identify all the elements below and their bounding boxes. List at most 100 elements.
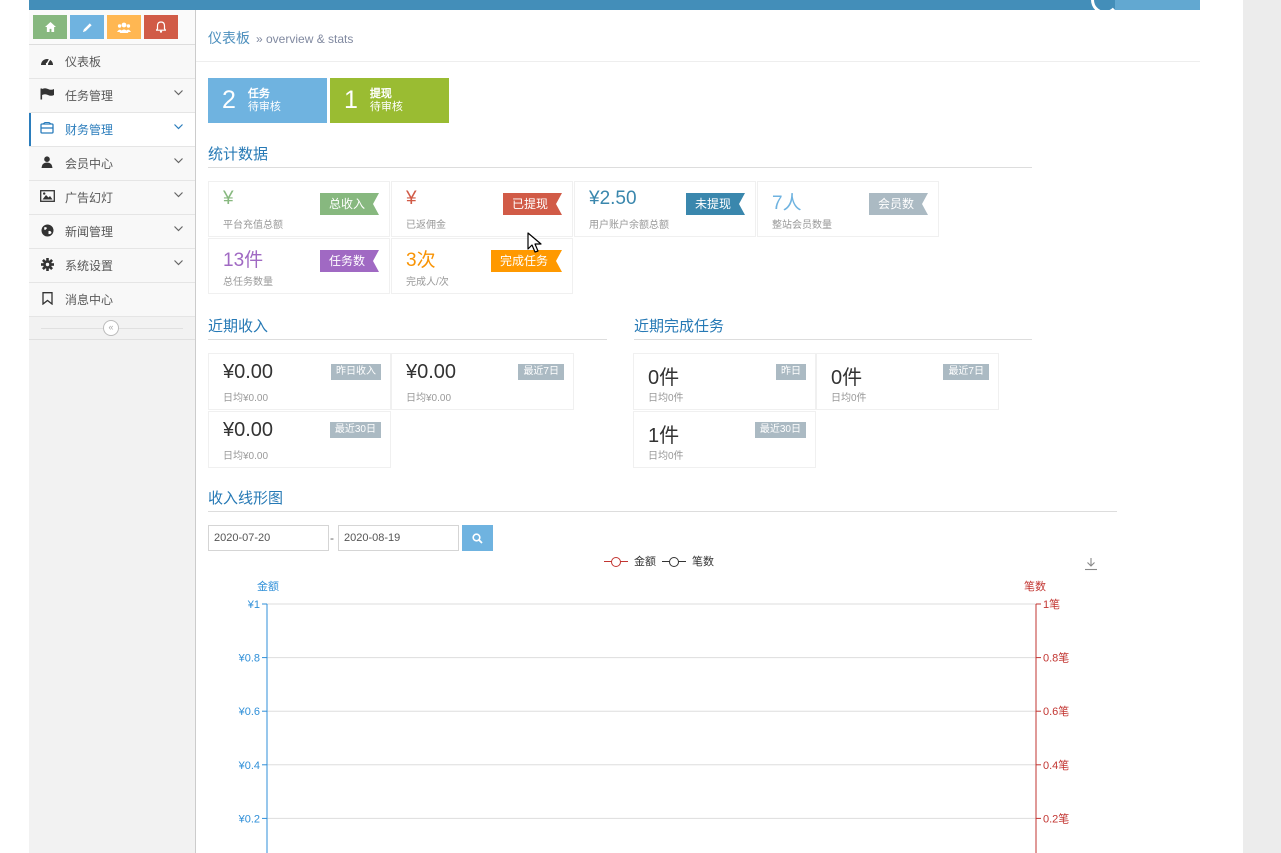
dashboard-icon: [40, 54, 54, 69]
download-icon[interactable]: [1084, 557, 1098, 571]
stat-description: 平台充值总额: [223, 220, 283, 231]
income-chart-title: 收入线形图: [208, 490, 284, 507]
search-icon: [472, 532, 483, 544]
picture-icon: [40, 190, 55, 205]
stat-description: 完成人/次: [406, 277, 449, 288]
end-date-input[interactable]: [338, 525, 459, 551]
tasks-value: 0件: [831, 367, 863, 389]
stat-completed-tasks: 3次 完成人/次 完成任务: [391, 238, 573, 294]
page-scroll-gutter: [1243, 0, 1281, 853]
infobox-label: 提现 待审核: [370, 88, 403, 114]
pencil-icon: [82, 22, 92, 32]
sidebar-item-tasks[interactable]: 任务管理: [29, 79, 195, 113]
home-shortcut-button[interactable]: [33, 15, 67, 39]
stat-tag: 任务数: [320, 250, 379, 272]
income-value: ¥0.00: [223, 419, 274, 441]
y-axis-left-name: 金额: [257, 581, 279, 593]
sidebar-item-ads[interactable]: 广告幻灯: [29, 181, 195, 215]
sidebar-collapse-button[interactable]: «: [103, 320, 119, 336]
income-period-badge: 昨日收入: [331, 364, 381, 380]
pending-tasks-infobox[interactable]: 2 任务 待审核: [208, 78, 327, 123]
sidebar-item-members[interactable]: 会员中心: [29, 147, 195, 181]
user-menu-area[interactable]: [1115, 0, 1200, 10]
chevron-down-icon: [174, 155, 183, 167]
y-axis-right-name: 笔数: [1024, 581, 1046, 593]
stat-tag: 会员数: [869, 193, 928, 215]
stat-value: ¥2.50: [589, 188, 637, 209]
stat-tag: 总收入: [320, 193, 379, 215]
bookmark-icon: [40, 291, 54, 308]
legend-item-amount[interactable]: 金额: [634, 553, 656, 569]
notifications-shortcut-button[interactable]: [144, 15, 178, 39]
sidebar-item-settings[interactable]: 系统设置: [29, 249, 195, 283]
bell-icon: [156, 21, 166, 33]
mouse-cursor-icon: [527, 232, 542, 253]
search-button[interactable]: [462, 525, 493, 551]
income-7days: ¥0.00 日均¥0.00 最近7日: [391, 353, 574, 410]
sidebar-collapse-row: «: [29, 317, 195, 340]
infobox-title: 提现: [369, 87, 392, 100]
chevron-down-icon: [174, 121, 183, 133]
income-period-badge: 最近30日: [329, 422, 381, 438]
recent-tasks-title: 近期完成任务: [634, 318, 725, 335]
pending-withdrawals-infobox[interactable]: 1 提现 待审核: [330, 78, 449, 123]
chevron-down-icon: [174, 87, 183, 99]
breadcrumb-subtitle: » overview & stats: [256, 32, 354, 46]
income-average: 日均¥0.00: [406, 393, 452, 404]
chevron-down-icon: [174, 257, 183, 269]
top-navbar: [29, 0, 1200, 10]
income-average: 日均¥0.00: [223, 451, 269, 462]
stat-tag: 未提现: [686, 193, 745, 215]
tasks-30days: 1件 日均0件 最近30日: [633, 411, 816, 468]
tasks-average: 日均0件: [648, 451, 684, 462]
start-date-input[interactable]: [208, 525, 329, 551]
recent-income-title: 近期收入: [208, 318, 269, 335]
sidebar-item-messages[interactable]: 消息中心: [29, 283, 195, 317]
tasks-value: 1件: [648, 425, 680, 447]
stat-description: 整站会员数量: [772, 220, 832, 231]
infobox-label: 任务 待审核: [248, 88, 281, 114]
income-value: ¥0.00: [406, 361, 457, 383]
breadcrumb-divider: [196, 61, 1200, 62]
stats-section-title: 统计数据: [208, 146, 269, 163]
tasks-7days: 0件 日均0件 最近7日: [816, 353, 999, 410]
y-axis-left-tick-label: ¥0.8: [238, 653, 260, 665]
sidebar-item-finance[interactable]: 财务管理: [29, 113, 195, 147]
sidebar-shortcuts: [29, 10, 195, 45]
income-30days: ¥0.00 日均¥0.00 最近30日: [208, 411, 391, 468]
sidebar-item-dashboard[interactable]: 仪表板: [29, 45, 195, 79]
income-line-chart: ¥1 ¥0.8 ¥0.6 ¥0.4 ¥0.2 1笔 0.8笔 0.6笔 0.4笔 0.2笔: [238, 597, 1069, 853]
income-yesterday: ¥0.00 日均¥0.00 昨日收入: [208, 353, 391, 410]
income-value: ¥0.00: [223, 361, 274, 383]
stat-description: 总任务数量: [223, 277, 273, 288]
tasks-period-badge: 昨日: [776, 364, 806, 380]
flag-icon: [40, 88, 54, 103]
stat-withdrawn: ¥ 已返佣金 已提现: [391, 181, 573, 237]
stat-value: ¥: [406, 188, 417, 209]
legend-item-count[interactable]: 笔数: [692, 553, 714, 569]
infobox-subtitle: 待审核: [247, 100, 281, 113]
stat-value: 13件: [223, 250, 264, 271]
stat-description: 已返佣金: [406, 220, 446, 231]
tasks-yesterday: 0件 日均0件 昨日: [633, 353, 816, 410]
y-axis-left-tick-label: ¥0.2: [238, 813, 260, 825]
income-chart-divider: [208, 511, 1117, 512]
y-axis-right-tick-label: 0.6笔: [1043, 704, 1069, 718]
users-shortcut-button[interactable]: [107, 15, 141, 39]
recent-tasks-divider: [634, 339, 1032, 340]
legend-line-marker-icon: [604, 556, 628, 567]
sidebar-item-label: 系统设置: [65, 259, 114, 273]
infobox-number: 2: [222, 86, 236, 114]
sidebar-item-news[interactable]: 新闻管理: [29, 215, 195, 249]
tasks-period-badge: 最近7日: [943, 364, 989, 380]
breadcrumb-title[interactable]: 仪表板: [208, 30, 250, 46]
recent-income-divider: [208, 339, 607, 340]
edit-shortcut-button[interactable]: [70, 15, 104, 39]
sidebar-item-label: 任务管理: [65, 89, 114, 103]
income-average: 日均¥0.00: [223, 393, 269, 404]
y-axis-left-tick-label: ¥0.4: [238, 760, 260, 772]
chart-legend: 金额 笔数: [604, 553, 714, 569]
sidebar-item-label: 会员中心: [65, 157, 114, 171]
stat-task-count: 13件 总任务数量 任务数: [208, 238, 390, 294]
sidebar-item-label: 广告幻灯: [65, 191, 114, 205]
